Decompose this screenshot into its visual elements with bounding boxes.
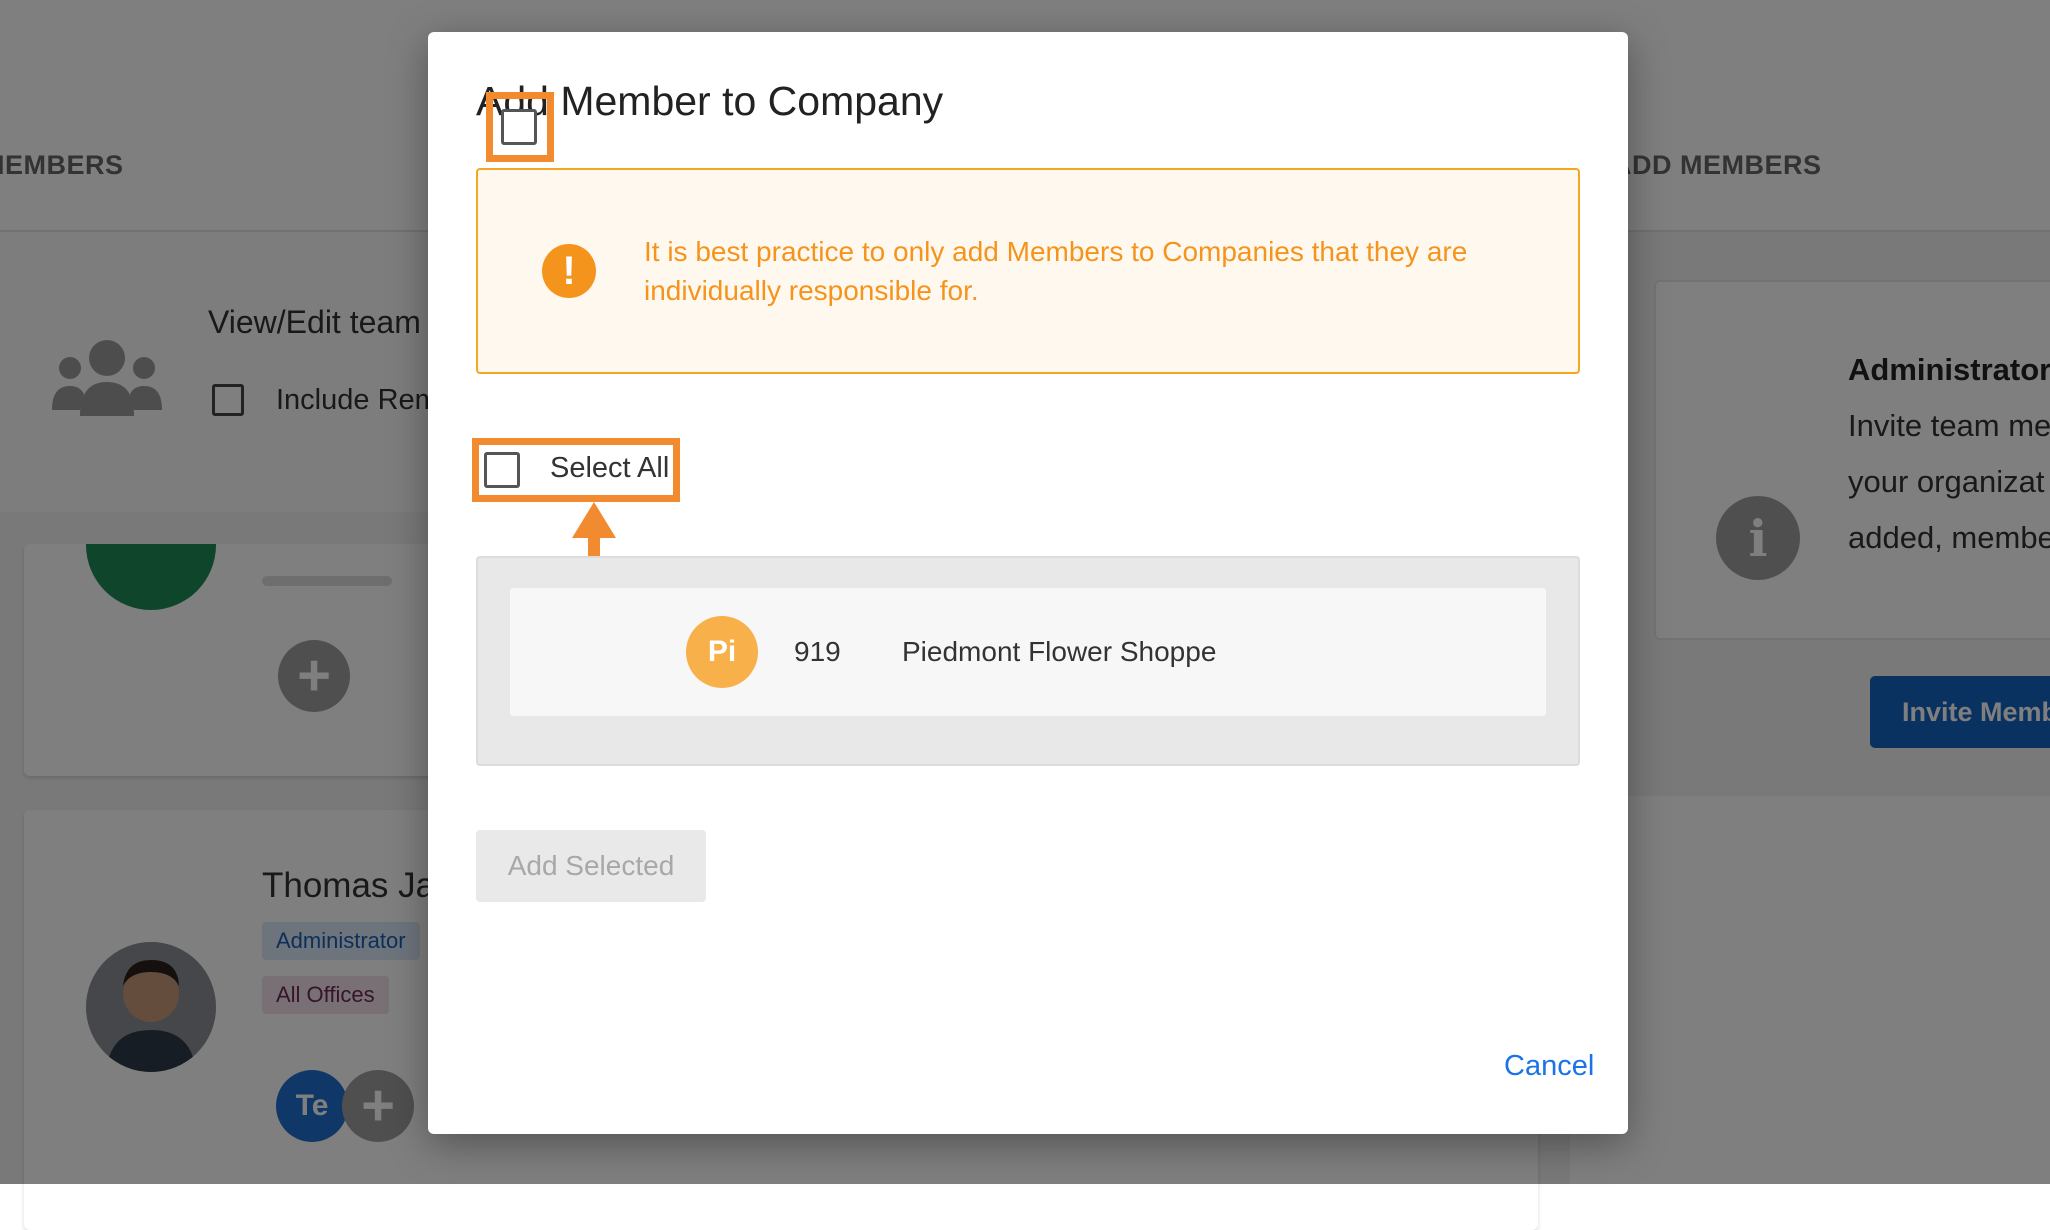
- warning-alert: ! It is best practice to only add Member…: [476, 168, 1580, 374]
- company-checkbox[interactable]: [501, 109, 537, 145]
- company-name: Piedmont Flower Shoppe: [902, 636, 1217, 667]
- list-item[interactable]: Pi 919 Piedmont Flower Shoppe: [510, 588, 1546, 716]
- item-checkbox-highlight: [486, 92, 554, 162]
- company-list: Pi 919 Piedmont Flower Shoppe: [476, 556, 1580, 766]
- select-all-checkbox[interactable]: [484, 452, 520, 488]
- company-avatar: Pi: [686, 616, 758, 688]
- select-all-label[interactable]: Select All: [550, 452, 669, 485]
- exclamation-icon: !: [542, 244, 596, 298]
- company-id: 919: [794, 636, 841, 667]
- cancel-button[interactable]: Cancel: [1504, 1050, 1594, 1083]
- add-selected-button[interactable]: Add Selected: [476, 830, 706, 902]
- add-member-modal: Add Member to Company ! It is best pract…: [428, 32, 1628, 1134]
- alert-message: It is best practice to only add Members …: [644, 236, 1468, 306]
